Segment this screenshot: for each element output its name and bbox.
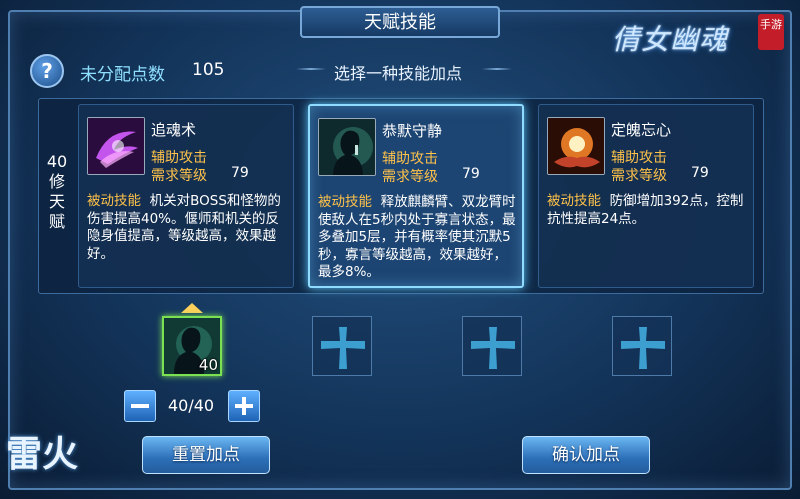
game-logo-text: 倩女幽魂 <box>612 23 729 56</box>
silent-figure-icon <box>318 118 376 176</box>
skill-req-label: 需求等级 <box>151 168 207 184</box>
plus-icon <box>621 327 665 369</box>
hint-divider-right <box>482 68 512 70</box>
game-logo-seal: 手游 <box>758 14 784 50</box>
talent-slot-2[interactable] <box>312 316 372 376</box>
skill-description: 被动技能 防御增加392点，控制抗性提高24点。 <box>547 193 747 228</box>
reset-points-button[interactable]: 重置加点 <box>142 436 270 474</box>
skill-type: 辅助攻击 <box>151 150 207 166</box>
help-icon[interactable]: ? <box>30 54 64 88</box>
game-logo: 倩女幽魂 手游 <box>612 12 784 62</box>
unallocated-points-label: 未分配点数 <box>80 65 165 85</box>
unallocated-points-value: 105 <box>192 60 225 80</box>
skill-req-label: 需求等级 <box>382 169 438 185</box>
decrease-points-button[interactable] <box>124 390 156 422</box>
hint-divider-left <box>296 68 326 70</box>
skill-name: 追魂术 <box>151 121 197 139</box>
skill-card-zhuihunshu[interactable]: 追魂术 辅助攻击 需求等级 79 被动技能 机关对BOSS和怪物的伤害提高40%… <box>78 104 294 288</box>
fire-hands-icon <box>547 117 605 175</box>
skill-req-value: 79 <box>231 165 249 181</box>
talent-slot-3[interactable] <box>462 316 522 376</box>
skill-desc-tag: 被动技能 <box>547 193 601 209</box>
skill-description: 被动技能 释放麒麟臂、双龙臂时使敌人在5秒内处于寡言状态，最多叠加5层，并有概率… <box>318 194 518 282</box>
skill-type: 辅助攻击 <box>382 151 438 167</box>
skill-name: 定魄忘心 <box>611 121 672 139</box>
skill-card-dingpowangxin[interactable]: 定魄忘心 辅助攻击 需求等级 79 被动技能 防御增加392点，控制抗性提高24… <box>538 104 754 288</box>
purple-swirl-icon <box>87 117 145 175</box>
skill-req-label: 需求等级 <box>611 168 667 184</box>
increase-points-button[interactable] <box>228 390 260 422</box>
selected-slot-arrow-icon <box>181 303 203 313</box>
plus-icon <box>471 327 515 369</box>
selection-hint: 选择一种技能加点 <box>334 64 463 83</box>
skill-card-gongmoshoujing[interactable]: 恭默守静 辅助攻击 需求等级 79 被动技能 释放麒麟臂、双龙臂时使敌人在5秒内… <box>308 104 524 288</box>
confirm-points-button[interactable]: 确认加点 <box>522 436 650 474</box>
talent-slot-4[interactable] <box>612 316 672 376</box>
talent-slot-1[interactable]: 40 <box>162 316 222 376</box>
corner-brand-logo: 雷火 <box>6 433 79 475</box>
skill-type: 辅助攻击 <box>611 150 667 166</box>
skill-desc-tag: 被动技能 <box>318 194 372 210</box>
slot-level: 40 <box>198 356 218 374</box>
allocation-counter: 40/40 <box>168 396 215 415</box>
skill-req-value: 79 <box>691 165 709 181</box>
skill-req-value: 79 <box>462 166 480 182</box>
skill-desc-tag: 被动技能 <box>87 193 141 209</box>
skill-description: 被动技能 机关对BOSS和怪物的伤害提高40%。偃师和机关的反隐身值提高，等级越… <box>87 193 287 263</box>
talent-skill-window: 天赋技能 倩女幽魂 手游 ? 未分配点数 105 选择一种技能加点 40修天赋 … <box>0 0 800 499</box>
skill-name: 恭默守静 <box>382 122 443 140</box>
window-title: 天赋技能 <box>300 6 500 38</box>
minus-icon <box>131 404 149 408</box>
plus-icon <box>321 327 365 369</box>
tier-label: 40修天赋 <box>46 152 68 231</box>
